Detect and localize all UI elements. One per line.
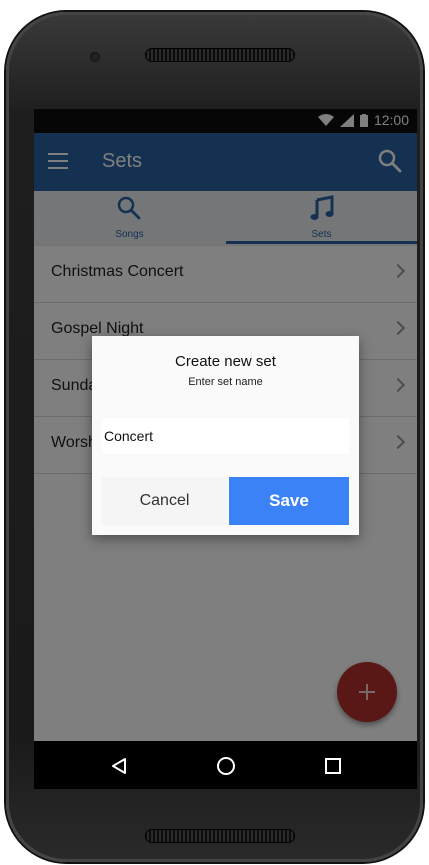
front-camera bbox=[90, 52, 100, 62]
earpiece-speaker bbox=[145, 48, 295, 62]
set-name-input[interactable] bbox=[102, 418, 349, 454]
dialog-title: Create new set bbox=[175, 353, 276, 370]
back-triangle-icon[interactable] bbox=[110, 757, 128, 775]
dialog-subtitle: Enter set name bbox=[188, 376, 263, 388]
system-nav-bar bbox=[34, 741, 417, 789]
phone-frame: 12:00 Sets Songs bbox=[6, 12, 423, 862]
home-circle-icon[interactable] bbox=[216, 756, 236, 776]
recents-square-icon[interactable] bbox=[324, 757, 342, 775]
screen: 12:00 Sets Songs bbox=[34, 109, 417, 789]
cancel-button[interactable]: Cancel bbox=[102, 477, 227, 525]
bottom-speaker bbox=[145, 829, 295, 843]
save-button[interactable]: Save bbox=[229, 477, 349, 525]
create-set-dialog: Create new set Enter set name Cancel Sav… bbox=[92, 336, 359, 535]
